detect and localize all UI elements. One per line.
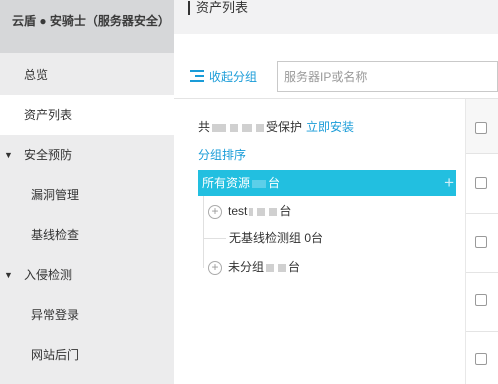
install-now-link[interactable]: 立即安装 [306, 120, 354, 134]
redacted-mask [266, 263, 275, 272]
select-all-checkbox[interactable] [475, 122, 487, 134]
search-input[interactable] [277, 61, 498, 92]
redacted-mask [252, 179, 267, 188]
group-label-suffix: 台 [268, 176, 281, 190]
table-row-divider [466, 272, 498, 273]
table-row-divider [466, 331, 498, 332]
collapse-groups-label: 收起分组 [209, 69, 258, 84]
brand-title: 云盾 ● 安骑士（服务器安全） [0, 0, 174, 53]
group-label: test [228, 204, 248, 218]
sidebar-section-label: 入侵检测 [24, 268, 73, 282]
group-row-all[interactable]: 所有资源 台 + [198, 170, 456, 196]
sidebar-item-baseline[interactable]: 基线检查 [0, 215, 174, 255]
sidebar-item-label: 漏洞管理 [31, 188, 80, 202]
sidebar-item-asset-list[interactable]: 资产列表 [0, 95, 174, 135]
group-label: 未分组 [228, 260, 265, 274]
page-title: 资产列表 [188, 1, 248, 15]
sidebar-section-prevention[interactable]: ▼ 安全预防 [0, 135, 174, 175]
caret-down-icon: ▼ [4, 150, 13, 160]
redacted-mask [212, 123, 227, 132]
main-content: 资产列表 收起分组 共受保护立即安装 分组排序 所有资源台 + +test台 无… [174, 0, 498, 384]
protection-summary: 共 受保护 立即安装 [198, 118, 354, 135]
group-row-no-baseline[interactable]: 无基线检测组 0台 [198, 225, 456, 251]
group-row-test[interactable]: + test 台 [198, 198, 456, 224]
sidebar-item-overview[interactable]: 总览 [0, 55, 174, 95]
group-label: 无基线检测组 0台 [229, 231, 324, 245]
toolbar-divider [174, 98, 498, 99]
redacted-mask [242, 123, 253, 132]
sidebar-item-webshell[interactable]: 网站后门 [0, 335, 174, 375]
group-row-ungrouped[interactable]: + 未分组 台 [198, 254, 456, 280]
redacted-mask [278, 263, 287, 272]
table-row-divider [466, 213, 498, 214]
group-label: 所有资源 [202, 176, 251, 190]
redacted-mask [257, 207, 266, 216]
add-group-icon[interactable]: + [444, 170, 454, 196]
row-checkbox[interactable] [475, 177, 487, 189]
summary-prefix: 共 [198, 120, 211, 134]
collapse-list-icon [190, 69, 206, 83]
group-label-suffix: 台 [279, 204, 292, 218]
group-label-suffix: 台 [288, 260, 301, 274]
redacted-mask [256, 123, 265, 132]
sidebar-section-intrusion[interactable]: ▼ 入侵检测 [0, 255, 174, 295]
sidebar-section-label: 安全预防 [24, 148, 73, 162]
row-checkbox[interactable] [475, 294, 487, 306]
row-checkbox[interactable] [475, 236, 487, 248]
row-checkbox[interactable] [475, 353, 487, 365]
sidebar-item-abnormal-login[interactable]: 异常登录 [0, 295, 174, 335]
redacted-mask [269, 207, 278, 216]
sidebar-item-label: 总览 [24, 68, 49, 82]
redacted-mask [230, 123, 239, 132]
plus-circle-icon[interactable]: + [208, 204, 222, 219]
sidebar: 云盾 ● 安骑士（服务器安全） 总览 资产列表 ▼ 安全预防 漏洞管理 基线检查… [0, 0, 174, 384]
collapse-groups-button[interactable]: 收起分组 [190, 67, 257, 85]
sidebar-item-label: 异常登录 [31, 308, 80, 322]
sidebar-item-label: 网站后门 [31, 348, 80, 362]
summary-suffix: 受保护 [266, 120, 303, 134]
caret-down-icon: ▼ [4, 270, 13, 280]
group-sort-link[interactable]: 分组排序 [198, 146, 246, 163]
sidebar-item-label: 资产列表 [24, 108, 73, 122]
plus-circle-icon[interactable]: + [208, 260, 222, 275]
sidebar-item-vulnerability[interactable]: 漏洞管理 [0, 175, 174, 215]
redacted-mask [249, 207, 254, 216]
sidebar-item-label: 基线检查 [31, 228, 80, 242]
